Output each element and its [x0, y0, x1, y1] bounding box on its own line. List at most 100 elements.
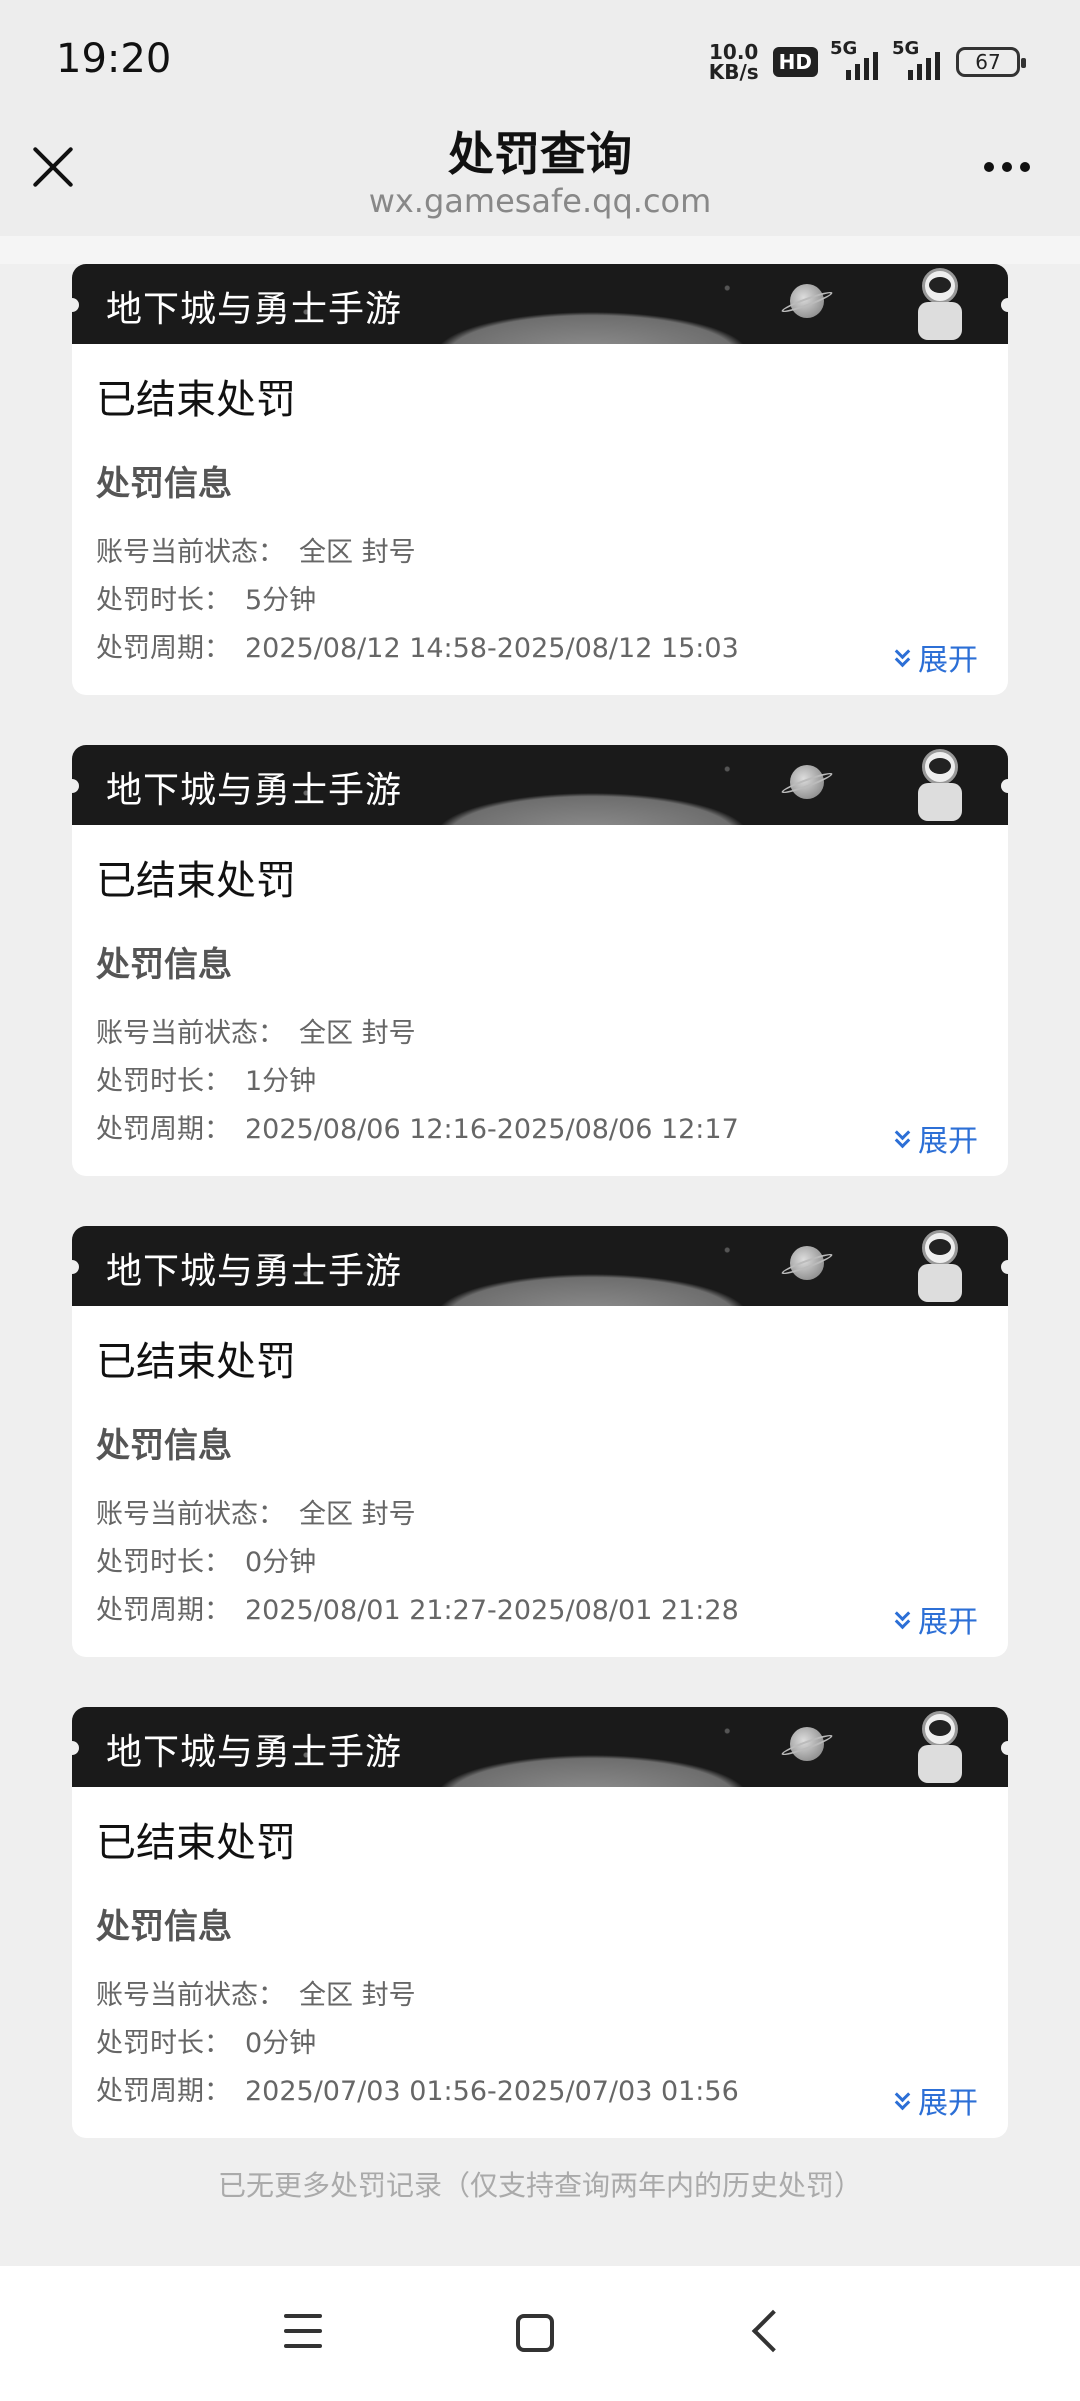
period-label: 处罚周期： [96, 2076, 231, 2107]
expand-button[interactable]: 展开 [896, 2078, 978, 2122]
punishment-status: 已结束处罚 [96, 858, 296, 904]
duration-row: 处罚时长： 5分钟 [96, 577, 984, 625]
expand-label: 展开 [918, 2086, 978, 2121]
card-body: 已结束处罚 处罚信息 账号当前状态： 全区 封号 处罚时长： 1分钟 处罚周期： 20… [72, 825, 1008, 1176]
back-icon[interactable] [751, 2309, 795, 2353]
network-speed: 10.0 KB/s [709, 42, 759, 82]
signal-label: 5G [830, 38, 858, 59]
period-row: 处罚周期： 2025/08/01 21:27-2025/08/01 21:28 [96, 1587, 984, 1635]
duration-label: 处罚时长： [96, 2028, 231, 2059]
period-value: 2025/08/06 12:16-2025/08/06 12:17 [245, 1114, 739, 1145]
duration-row: 处罚时长： 1分钟 [96, 1058, 984, 1106]
period-value: 2025/07/03 01:56-2025/07/03 01:56 [245, 2076, 739, 2107]
account-status-label: 账号当前状态： [96, 1018, 285, 1049]
section-title: 处罚信息 [96, 945, 232, 985]
account-status-row: 账号当前状态： 全区 封号 [96, 529, 984, 577]
signal-icon: 5G [830, 38, 880, 80]
period-value: 2025/08/01 21:27-2025/08/01 21:28 [245, 1595, 739, 1626]
punishment-card: 地下城与勇士手游 已结束处罚 处罚信息 账号当前状态： 全区 封号 处罚时长： 0分… [72, 1707, 1008, 2138]
expand-label: 展开 [918, 643, 978, 678]
chevron-double-down-icon [896, 648, 910, 666]
system-nav-bar [0, 2266, 1080, 2401]
battery-icon: 67 [956, 47, 1026, 77]
section-title: 处罚信息 [96, 1907, 232, 1947]
punishment-status: 已结束处罚 [96, 1339, 296, 1385]
duration-label: 处罚时长： [96, 585, 231, 616]
game-title: 地下城与勇士手游 [106, 770, 403, 811]
game-banner: 地下城与勇士手游 [72, 264, 1008, 344]
planet-icon [790, 284, 824, 318]
expand-button[interactable]: 展开 [896, 1597, 978, 1641]
game-title: 地下城与勇士手游 [106, 289, 403, 330]
page-title: 处罚查询 [448, 127, 632, 181]
duration-row: 处罚时长： 0分钟 [96, 2020, 984, 2068]
expand-label: 展开 [918, 1605, 978, 1640]
chevron-double-down-icon [896, 1610, 910, 1628]
game-banner: 地下城与勇士手游 [72, 1707, 1008, 1787]
status-time: 19:20 [56, 36, 172, 82]
signal-label: 5G [892, 38, 920, 59]
period-label: 处罚周期： [96, 633, 231, 664]
menu-icon[interactable] [284, 2314, 322, 2348]
status-icons: 10.0 KB/s HD 5G 5G 67 [709, 38, 1026, 84]
period-row: 处罚周期： 2025/08/06 12:16-2025/08/06 12:17 [96, 1106, 984, 1154]
account-status-row: 账号当前状态： 全区 封号 [96, 1491, 984, 1539]
punishment-status: 已结束处罚 [96, 377, 296, 423]
astronaut-icon [912, 749, 968, 821]
game-title: 地下城与勇士手游 [106, 1732, 403, 1773]
header-divider [0, 236, 1080, 264]
end-of-list-note: 已无更多处罚记录（仅支持查询两年内的历史处罚） [217, 2169, 862, 2202]
astronaut-icon [912, 1230, 968, 1302]
expand-label: 展开 [918, 1124, 978, 1159]
punishment-card: 地下城与勇士手游 已结束处罚 处罚信息 账号当前状态： 全区 封号 处罚时长： 0分… [72, 1226, 1008, 1657]
chevron-double-down-icon [896, 2091, 910, 2109]
planet-icon [790, 1246, 824, 1280]
account-status-value: 全区 封号 [299, 537, 416, 568]
card-body: 已结束处罚 处罚信息 账号当前状态： 全区 封号 处罚时长： 5分钟 处罚周期： 20… [72, 344, 1008, 695]
punishment-card: 地下城与勇士手游 已结束处罚 处罚信息 账号当前状态： 全区 封号 处罚时长： 1分… [72, 745, 1008, 1176]
network-speed-unit: KB/s [708, 60, 759, 84]
account-status-value: 全区 封号 [299, 1499, 416, 1530]
account-status-label: 账号当前状态： [96, 537, 285, 568]
period-label: 处罚周期： [96, 1595, 231, 1626]
period-value: 2025/08/12 14:58-2025/08/12 15:03 [245, 633, 739, 664]
card-body: 已结束处罚 处罚信息 账号当前状态： 全区 封号 处罚时长： 0分钟 处罚周期： 20… [72, 1306, 1008, 1657]
duration-value: 1分钟 [245, 1066, 317, 1097]
duration-value: 5分钟 [245, 585, 317, 616]
game-banner: 地下城与勇士手游 [72, 1226, 1008, 1306]
signal-icon: 5G [892, 38, 942, 80]
period-row: 处罚周期： 2025/08/12 14:58-2025/08/12 15:03 [96, 625, 984, 673]
game-banner: 地下城与勇士手游 [72, 745, 1008, 825]
duration-value: 0分钟 [245, 1547, 317, 1578]
account-status-label: 账号当前状态： [96, 1980, 285, 2011]
account-status-value: 全区 封号 [299, 1018, 416, 1049]
duration-label: 处罚时长： [96, 1547, 231, 1578]
account-status-row: 账号当前状态： 全区 封号 [96, 1010, 984, 1058]
network-speed-value: 10.0 [709, 40, 759, 64]
hd-badge: HD [772, 47, 818, 77]
account-status-row: 账号当前状态： 全区 封号 [96, 1972, 984, 2020]
planet-icon [790, 1727, 824, 1761]
duration-row: 处罚时长： 0分钟 [96, 1539, 984, 1587]
punishment-status: 已结束处罚 [96, 1820, 296, 1866]
expand-button[interactable]: 展开 [896, 635, 978, 679]
astronaut-icon [912, 1711, 968, 1783]
duration-label: 处罚时长： [96, 1066, 231, 1097]
planet-icon [790, 765, 824, 799]
page-header: 处罚查询 wx.gamesafe.qq.com [0, 110, 1080, 236]
punishment-card: 地下城与勇士手游 已结束处罚 处罚信息 账号当前状态： 全区 封号 处罚时长： 5分… [72, 264, 1008, 695]
section-title: 处罚信息 [96, 1426, 232, 1466]
page-url: wx.gamesafe.qq.com [368, 182, 712, 220]
duration-value: 0分钟 [245, 2028, 317, 2059]
more-icon[interactable] [984, 162, 1030, 172]
account-status-label: 账号当前状态： [96, 1499, 285, 1530]
home-icon[interactable] [516, 2314, 554, 2352]
status-bar: 19:20 10.0 KB/s HD 5G 5G 67 [0, 0, 1080, 110]
account-status-value: 全区 封号 [299, 1980, 416, 2011]
period-label: 处罚周期： [96, 1114, 231, 1145]
expand-button[interactable]: 展开 [896, 1116, 978, 1160]
period-row: 处罚周期： 2025/07/03 01:56-2025/07/03 01:56 [96, 2068, 984, 2116]
punishment-list: 地下城与勇士手游 已结束处罚 处罚信息 账号当前状态： 全区 封号 处罚时长： 5分… [72, 264, 1008, 2188]
game-title: 地下城与勇士手游 [106, 1251, 403, 1292]
astronaut-icon [912, 268, 968, 340]
